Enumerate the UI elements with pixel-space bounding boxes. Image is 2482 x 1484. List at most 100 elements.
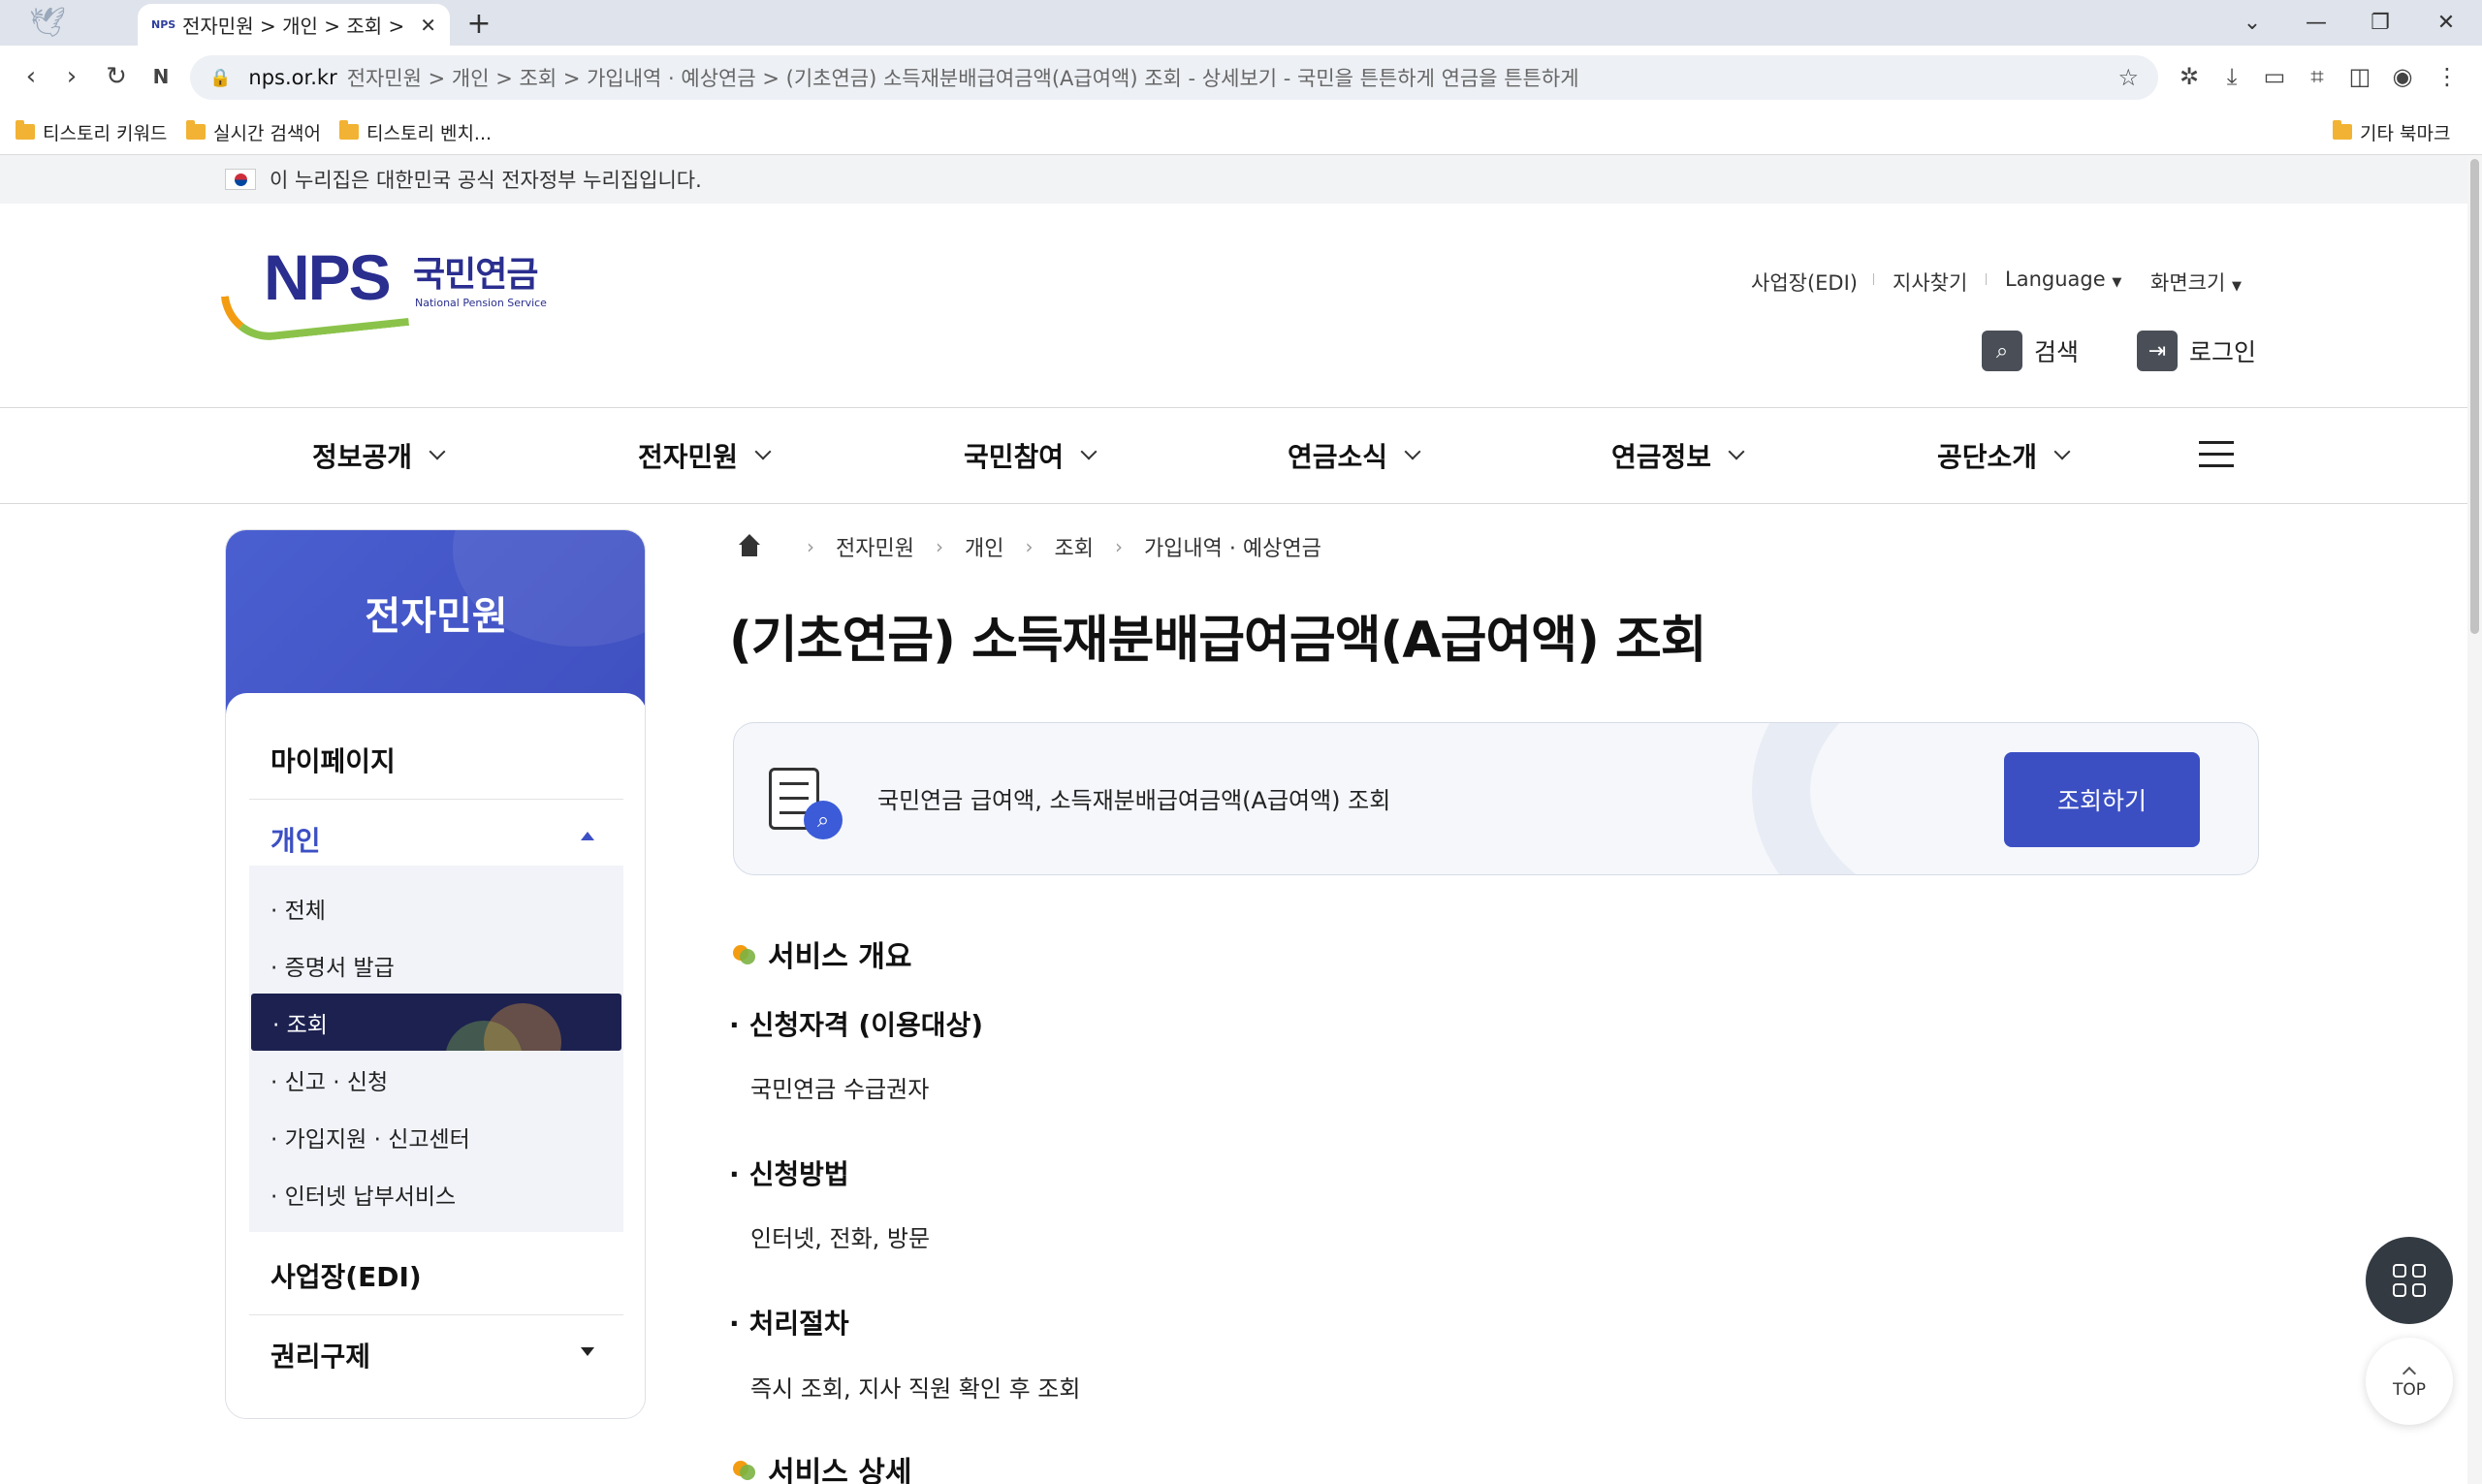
breadcrumb-item[interactable]: 조회 xyxy=(1054,531,1093,562)
download-icon[interactable]: ⤓ xyxy=(2214,59,2249,94)
gnb-item-pension-info[interactable]: 연금정보 xyxy=(1611,408,1745,503)
hamburger-menu-icon[interactable] xyxy=(2199,441,2234,470)
submenu-item-all[interactable]: · 전체 xyxy=(249,879,623,936)
bookmark-star-icon[interactable]: ☆ xyxy=(2117,64,2139,91)
minimize-button[interactable]: — xyxy=(2284,0,2348,46)
tab-title: 전자민원 > 개인 > 조회 > 가입내역 · 예상연금 xyxy=(182,15,410,38)
section-title-detail: 서비스 상세 xyxy=(733,1448,911,1484)
overview-item-text: 인터넷, 전화, 방문 xyxy=(750,1225,931,1252)
submenu-item-certificate[interactable]: · 증명서 발급 xyxy=(249,936,623,994)
submenu-item-support-center[interactable]: · 가입지원 · 신고센터 xyxy=(249,1108,623,1165)
main-nav: 정보공개 전자민원 국민참여 연금소식 연금정보 공단소개 xyxy=(0,407,2467,504)
quick-menu-button[interactable] xyxy=(2366,1237,2453,1324)
logo-mark: NPS xyxy=(264,241,392,313)
back-button[interactable]: ‹ xyxy=(12,57,50,96)
screenshot-icon[interactable]: ⌗ xyxy=(2300,59,2335,94)
bird-icon: 🕊 xyxy=(29,6,67,40)
caret-down-icon: ▼ xyxy=(2231,279,2242,294)
new-tab-button[interactable]: + xyxy=(460,4,498,43)
chevron-down-icon xyxy=(1404,443,1421,460)
breadcrumb-item[interactable]: 개인 xyxy=(965,531,1003,562)
submenu-item-report[interactable]: · 신고 · 신청 xyxy=(249,1051,623,1108)
notion-extension-icon[interactable]: N xyxy=(142,57,180,96)
page-title: (기초연금) 소득재분배급여금액(A급여액) 조회 xyxy=(729,612,1707,670)
gnb-item-info[interactable]: 정보공개 xyxy=(312,408,446,503)
bookmark-folder[interactable]: 실시간 검색어 xyxy=(186,109,321,155)
chevron-down-icon[interactable]: ⌄ xyxy=(2220,0,2284,46)
pinned-tab[interactable]: 🕊 xyxy=(0,0,136,46)
service-description: 국민연금 급여액, 소득재분배급여금액(A급여액) 조회 xyxy=(877,787,1391,814)
site-info-icon[interactable]: 🔒 xyxy=(209,68,231,88)
forward-button[interactable]: › xyxy=(52,57,91,96)
folder-icon xyxy=(2333,120,2352,140)
home-icon[interactable] xyxy=(737,534,762,559)
scroll-thumb[interactable] xyxy=(2470,159,2479,634)
overview-item-title: · 신청방법 xyxy=(729,1158,849,1190)
search-icon: ⌕ xyxy=(1982,331,2022,371)
restore-button[interactable]: ❐ xyxy=(2348,0,2412,46)
logo-korean: 국민연금 xyxy=(413,255,538,295)
more-menu-icon[interactable]: ⋮ xyxy=(2430,59,2465,94)
overview-item-title: · 신청자격 (이용대상) xyxy=(729,1009,984,1041)
logo-english: National Pension Service xyxy=(415,297,547,309)
folder-icon xyxy=(186,120,206,140)
window-close-button[interactable]: ✕ xyxy=(2414,0,2478,46)
side-panel-icon[interactable]: ◫ xyxy=(2342,59,2377,94)
chevron-right-icon: › xyxy=(935,535,943,558)
sidebar-item-remedy[interactable]: 권리구제 xyxy=(249,1315,623,1395)
sidebar: 전자민원 마이페이지 개인 · 전체 · 증명서 발급 · 조회 · 신고 · … xyxy=(225,529,646,1419)
login-icon: ⇥ xyxy=(2137,331,2178,371)
divider xyxy=(1873,273,1874,285)
browser-tabbar: 🕊 NPS 전자민원 > 개인 > 조회 > 가입내역 · 예상연금 ✕ + ⌄… xyxy=(0,0,2482,46)
sidebar-item-edi[interactable]: 사업장(EDI) xyxy=(249,1236,623,1315)
active-tab[interactable]: NPS 전자민원 > 개인 > 조회 > 가입내역 · 예상연금 ✕ xyxy=(138,4,450,46)
util-link-branch[interactable]: 지사찾기 xyxy=(1893,268,1967,297)
page-scrollbar[interactable] xyxy=(2467,155,2482,1484)
inquiry-button[interactable]: 조회하기 xyxy=(2004,752,2200,847)
service-box: ⌕ 국민연금 급여액, 소득재분배급여금액(A급여액) 조회 조회하기 xyxy=(733,722,2259,875)
overview-item-text: 즉시 조회, 지사 직원 확인 후 조회 xyxy=(750,1375,1081,1403)
chevron-right-icon: › xyxy=(807,535,814,558)
url-path: 전자민원 > 개인 > 조회 > 가입내역 · 예상연금 > (기초연금) 소득… xyxy=(346,67,1579,90)
gnb-item-eservice[interactable]: 전자민원 xyxy=(638,408,772,503)
search-button[interactable]: ⌕ 검색 xyxy=(1982,330,2079,372)
extensions-icon[interactable]: ✲ xyxy=(2172,59,2207,94)
folder-icon xyxy=(16,120,35,140)
util-language-dropdown[interactable]: Language ▼ xyxy=(2005,268,2121,291)
sidebar-title: 전자민원 xyxy=(365,594,508,639)
chevron-down-icon xyxy=(1728,443,1745,460)
close-icon[interactable]: ✕ xyxy=(420,14,436,37)
caret-down-icon: ▼ xyxy=(2112,275,2122,290)
site-header: NPS 국민연금 National Pension Service 사업장(ED… xyxy=(0,204,2467,516)
other-bookmarks[interactable]: 기타 북마크 xyxy=(2333,109,2450,155)
gnb-item-about[interactable]: 공단소개 xyxy=(1937,408,2071,503)
profile-icon[interactable]: ◉ xyxy=(2385,59,2420,94)
sidebar-item-mypage[interactable]: 마이페이지 xyxy=(249,720,623,800)
bookmark-folder[interactable]: 티스토리 키워드 xyxy=(16,109,167,155)
page: 이 누리집은 대한민국 공식 전자정부 누리집입니다. NPS 국민연금 Nat… xyxy=(0,155,2467,1484)
bookmarks-bar: 티스토리 키워드 실시간 검색어 티스토리 벤치... 기타 북마크 xyxy=(0,109,2482,155)
bookmark-folder[interactable]: 티스토리 벤치... xyxy=(339,109,492,155)
breadcrumb-item[interactable]: 가입내역 · 예상연금 xyxy=(1144,531,1321,562)
login-button[interactable]: ⇥ 로그인 xyxy=(2137,330,2256,372)
breadcrumb: › 전자민원 › 개인 › 조회 › 가입내역 · 예상연금 xyxy=(737,529,1321,564)
omnibox[interactable]: 🔒 nps.or.kr 전자민원 > 개인 > 조회 > 가입내역 · 예상연금… xyxy=(190,55,2158,100)
gnb-item-news[interactable]: 연금소식 xyxy=(1288,408,1421,503)
gnb-item-participation[interactable]: 국민참여 xyxy=(964,408,1098,503)
camera-icon[interactable]: ▭ xyxy=(2257,59,2292,94)
scroll-top-button[interactable]: TOP xyxy=(2366,1338,2453,1425)
address-bar-row: ‹ › ↻ N 🔒 nps.or.kr 전자민원 > 개인 > 조회 > 가입내… xyxy=(0,46,2482,109)
reload-button[interactable]: ↻ xyxy=(97,57,136,96)
util-font-size-dropdown[interactable]: 화면크기 ▼ xyxy=(2150,268,2242,297)
submenu-item-payment[interactable]: · 인터넷 납부서비스 xyxy=(249,1165,623,1222)
overview-item-title: · 처리절차 xyxy=(729,1308,849,1340)
gov-banner: 이 누리집은 대한민국 공식 전자정부 누리집입니다. xyxy=(0,155,2467,204)
util-link-edi[interactable]: 사업장(EDI) xyxy=(1751,268,1858,297)
submenu-item-inquiry[interactable]: · 조회 xyxy=(251,994,621,1051)
breadcrumb-item[interactable]: 전자민원 xyxy=(836,531,914,562)
chevron-down-icon xyxy=(1080,443,1098,460)
nps-logo[interactable]: NPS 국민연금 National Pension Service xyxy=(220,240,570,345)
chevron-down-icon xyxy=(2053,443,2071,460)
nps-bullet-icon xyxy=(733,1459,756,1480)
url-domain: nps.or.kr xyxy=(248,66,337,89)
